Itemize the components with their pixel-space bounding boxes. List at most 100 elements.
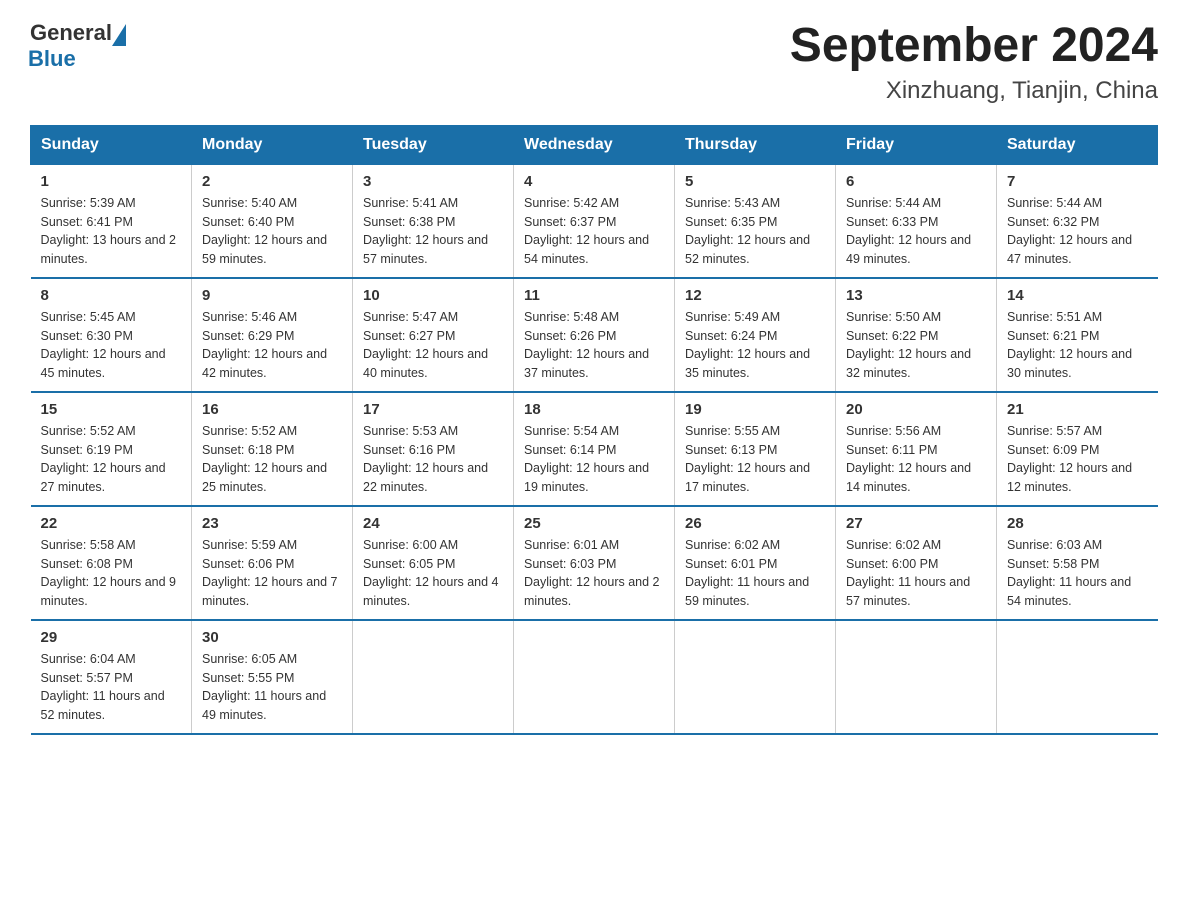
calendar-cell: 26 Sunrise: 6:02 AMSunset: 6:01 PMDaylig…	[675, 506, 836, 620]
calendar-cell: 2 Sunrise: 5:40 AMSunset: 6:40 PMDayligh…	[192, 164, 353, 278]
day-number: 30	[202, 629, 342, 646]
calendar-cell: 22 Sunrise: 5:58 AMSunset: 6:08 PMDaylig…	[31, 506, 192, 620]
calendar-header-row: Sunday Monday Tuesday Wednesday Thursday…	[31, 125, 1158, 164]
day-info: Sunrise: 5:39 AMSunset: 6:41 PMDaylight:…	[41, 196, 177, 266]
day-number: 25	[524, 515, 664, 532]
day-info: Sunrise: 5:51 AMSunset: 6:21 PMDaylight:…	[1007, 310, 1132, 380]
calendar-title: September 2024	[790, 20, 1158, 73]
calendar-title-section: September 2024 Xinzhuang, Tianjin, China	[790, 20, 1158, 105]
day-number: 18	[524, 401, 664, 418]
calendar-week-row: 8 Sunrise: 5:45 AMSunset: 6:30 PMDayligh…	[31, 278, 1158, 392]
day-number: 16	[202, 401, 342, 418]
calendar-cell: 20 Sunrise: 5:56 AMSunset: 6:11 PMDaylig…	[836, 392, 997, 506]
calendar-week-row: 29 Sunrise: 6:04 AMSunset: 5:57 PMDaylig…	[31, 620, 1158, 734]
day-info: Sunrise: 5:44 AMSunset: 6:33 PMDaylight:…	[846, 196, 971, 266]
calendar-cell: 1 Sunrise: 5:39 AMSunset: 6:41 PMDayligh…	[31, 164, 192, 278]
calendar-cell: 11 Sunrise: 5:48 AMSunset: 6:26 PMDaylig…	[514, 278, 675, 392]
day-number: 29	[41, 629, 182, 646]
day-info: Sunrise: 5:48 AMSunset: 6:26 PMDaylight:…	[524, 310, 649, 380]
day-info: Sunrise: 5:47 AMSunset: 6:27 PMDaylight:…	[363, 310, 488, 380]
calendar-cell: 7 Sunrise: 5:44 AMSunset: 6:32 PMDayligh…	[997, 164, 1158, 278]
calendar-cell: 30 Sunrise: 6:05 AMSunset: 5:55 PMDaylig…	[192, 620, 353, 734]
day-info: Sunrise: 6:00 AMSunset: 6:05 PMDaylight:…	[363, 538, 499, 608]
header-saturday: Saturday	[997, 125, 1158, 164]
logo-blue-text: Blue	[28, 46, 126, 72]
header-thursday: Thursday	[675, 125, 836, 164]
day-number: 7	[1007, 173, 1148, 190]
day-number: 10	[363, 287, 503, 304]
calendar-cell: 16 Sunrise: 5:52 AMSunset: 6:18 PMDaylig…	[192, 392, 353, 506]
day-info: Sunrise: 5:41 AMSunset: 6:38 PMDaylight:…	[363, 196, 488, 266]
day-number: 26	[685, 515, 825, 532]
day-number: 15	[41, 401, 182, 418]
calendar-cell: 8 Sunrise: 5:45 AMSunset: 6:30 PMDayligh…	[31, 278, 192, 392]
logo-triangle-icon	[112, 24, 126, 46]
day-number: 5	[685, 173, 825, 190]
day-info: Sunrise: 6:02 AMSunset: 6:01 PMDaylight:…	[685, 538, 809, 608]
logo-general-text: General	[30, 20, 112, 46]
day-info: Sunrise: 6:02 AMSunset: 6:00 PMDaylight:…	[846, 538, 970, 608]
page-header: General Blue September 2024 Xinzhuang, T…	[30, 20, 1158, 105]
calendar-cell: 29 Sunrise: 6:04 AMSunset: 5:57 PMDaylig…	[31, 620, 192, 734]
calendar-table: Sunday Monday Tuesday Wednesday Thursday…	[30, 125, 1158, 735]
day-info: Sunrise: 5:52 AMSunset: 6:19 PMDaylight:…	[41, 424, 166, 494]
calendar-cell: 4 Sunrise: 5:42 AMSunset: 6:37 PMDayligh…	[514, 164, 675, 278]
day-number: 17	[363, 401, 503, 418]
day-number: 22	[41, 515, 182, 532]
day-info: Sunrise: 5:46 AMSunset: 6:29 PMDaylight:…	[202, 310, 327, 380]
day-number: 12	[685, 287, 825, 304]
day-number: 4	[524, 173, 664, 190]
day-info: Sunrise: 5:54 AMSunset: 6:14 PMDaylight:…	[524, 424, 649, 494]
calendar-cell	[836, 620, 997, 734]
day-number: 8	[41, 287, 182, 304]
calendar-cell: 24 Sunrise: 6:00 AMSunset: 6:05 PMDaylig…	[353, 506, 514, 620]
calendar-subtitle: Xinzhuang, Tianjin, China	[790, 77, 1158, 105]
calendar-cell	[997, 620, 1158, 734]
calendar-cell: 18 Sunrise: 5:54 AMSunset: 6:14 PMDaylig…	[514, 392, 675, 506]
day-info: Sunrise: 5:50 AMSunset: 6:22 PMDaylight:…	[846, 310, 971, 380]
day-info: Sunrise: 5:40 AMSunset: 6:40 PMDaylight:…	[202, 196, 327, 266]
logo: General Blue	[30, 20, 126, 72]
calendar-cell: 27 Sunrise: 6:02 AMSunset: 6:00 PMDaylig…	[836, 506, 997, 620]
calendar-cell: 25 Sunrise: 6:01 AMSunset: 6:03 PMDaylig…	[514, 506, 675, 620]
calendar-cell: 10 Sunrise: 5:47 AMSunset: 6:27 PMDaylig…	[353, 278, 514, 392]
calendar-cell	[675, 620, 836, 734]
day-number: 21	[1007, 401, 1148, 418]
calendar-cell: 19 Sunrise: 5:55 AMSunset: 6:13 PMDaylig…	[675, 392, 836, 506]
calendar-cell: 15 Sunrise: 5:52 AMSunset: 6:19 PMDaylig…	[31, 392, 192, 506]
day-info: Sunrise: 5:44 AMSunset: 6:32 PMDaylight:…	[1007, 196, 1132, 266]
calendar-cell: 3 Sunrise: 5:41 AMSunset: 6:38 PMDayligh…	[353, 164, 514, 278]
calendar-cell	[514, 620, 675, 734]
header-monday: Monday	[192, 125, 353, 164]
day-number: 14	[1007, 287, 1148, 304]
header-friday: Friday	[836, 125, 997, 164]
day-number: 13	[846, 287, 986, 304]
calendar-cell: 28 Sunrise: 6:03 AMSunset: 5:58 PMDaylig…	[997, 506, 1158, 620]
calendar-cell: 23 Sunrise: 5:59 AMSunset: 6:06 PMDaylig…	[192, 506, 353, 620]
header-sunday: Sunday	[31, 125, 192, 164]
calendar-week-row: 15 Sunrise: 5:52 AMSunset: 6:19 PMDaylig…	[31, 392, 1158, 506]
day-number: 2	[202, 173, 342, 190]
day-number: 23	[202, 515, 342, 532]
calendar-cell: 9 Sunrise: 5:46 AMSunset: 6:29 PMDayligh…	[192, 278, 353, 392]
day-number: 19	[685, 401, 825, 418]
day-info: Sunrise: 6:01 AMSunset: 6:03 PMDaylight:…	[524, 538, 660, 608]
day-info: Sunrise: 5:59 AMSunset: 6:06 PMDaylight:…	[202, 538, 338, 608]
calendar-cell: 12 Sunrise: 5:49 AMSunset: 6:24 PMDaylig…	[675, 278, 836, 392]
calendar-cell: 21 Sunrise: 5:57 AMSunset: 6:09 PMDaylig…	[997, 392, 1158, 506]
day-info: Sunrise: 5:45 AMSunset: 6:30 PMDaylight:…	[41, 310, 166, 380]
calendar-cell	[353, 620, 514, 734]
calendar-cell: 13 Sunrise: 5:50 AMSunset: 6:22 PMDaylig…	[836, 278, 997, 392]
header-wednesday: Wednesday	[514, 125, 675, 164]
day-number: 20	[846, 401, 986, 418]
day-number: 27	[846, 515, 986, 532]
day-info: Sunrise: 5:58 AMSunset: 6:08 PMDaylight:…	[41, 538, 177, 608]
calendar-week-row: 1 Sunrise: 5:39 AMSunset: 6:41 PMDayligh…	[31, 164, 1158, 278]
day-number: 6	[846, 173, 986, 190]
day-info: Sunrise: 5:43 AMSunset: 6:35 PMDaylight:…	[685, 196, 810, 266]
day-number: 24	[363, 515, 503, 532]
calendar-week-row: 22 Sunrise: 5:58 AMSunset: 6:08 PMDaylig…	[31, 506, 1158, 620]
day-info: Sunrise: 5:53 AMSunset: 6:16 PMDaylight:…	[363, 424, 488, 494]
day-info: Sunrise: 5:55 AMSunset: 6:13 PMDaylight:…	[685, 424, 810, 494]
day-info: Sunrise: 6:04 AMSunset: 5:57 PMDaylight:…	[41, 652, 165, 722]
